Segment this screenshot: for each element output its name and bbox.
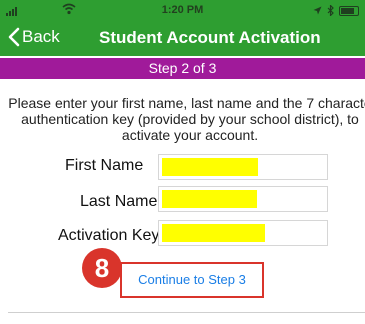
first-name-label: First Name [65, 157, 144, 174]
instructions-line: authentication key (provided by your sch… [21, 111, 359, 127]
back-label: Back [22, 27, 60, 46]
instructions-text: Please enter your first name, last name … [0, 95, 365, 143]
divider [8, 312, 365, 313]
status-bar: 1:20 PM [0, 0, 365, 20]
last-name-label: Last Name [80, 193, 158, 210]
step-banner: Step 2 of 3 [0, 58, 365, 79]
back-button[interactable]: Back [8, 27, 60, 47]
activation-key-field[interactable] [158, 220, 328, 246]
location-arrow-icon [313, 6, 322, 15]
last-name-field[interactable] [158, 186, 328, 212]
field-highlight [162, 190, 257, 208]
status-time: 1:20 PM [161, 4, 204, 16]
instructions-line: activate your account. [121, 127, 259, 143]
step-number-badge: 8 [82, 248, 122, 288]
battery-icon [339, 5, 359, 16]
page-title: Student Account Activation [99, 28, 321, 47]
activation-key-label: Activation Key [58, 227, 160, 244]
instructions-line: Please enter your first name, last name … [8, 95, 365, 111]
chevron-left-icon [8, 27, 20, 47]
field-highlight [162, 158, 258, 176]
field-highlight [162, 224, 265, 242]
nav-bar: Back Student Account Activation [0, 20, 365, 56]
bluetooth-icon [327, 5, 334, 16]
continue-button[interactable]: Continue to Step 3 [120, 262, 264, 298]
first-name-field[interactable] [158, 154, 328, 180]
